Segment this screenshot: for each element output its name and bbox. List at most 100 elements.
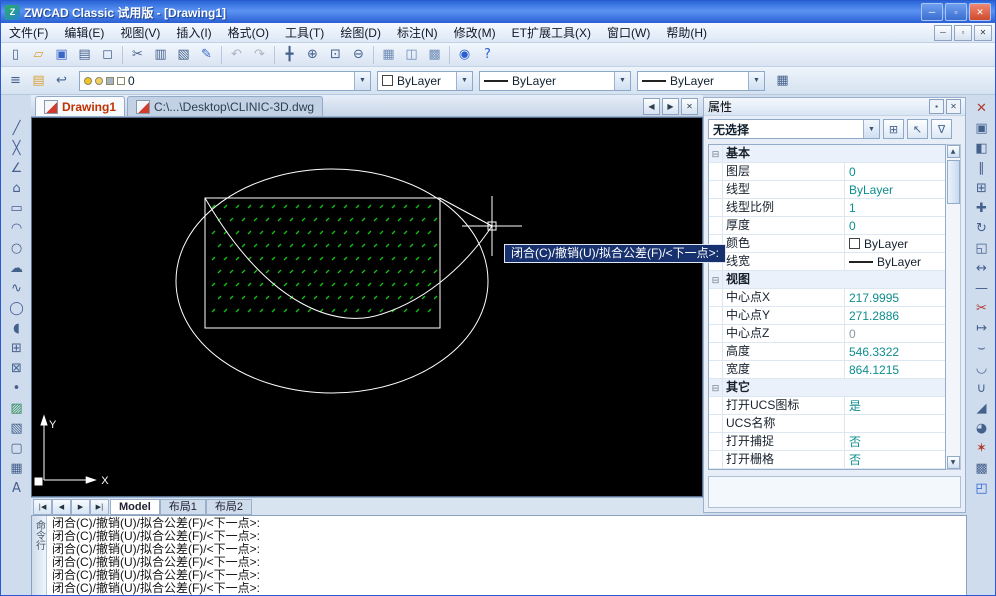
undo-button[interactable]: ↶ <box>225 44 248 65</box>
mdi-minimize-button[interactable]: ─ <box>934 25 952 41</box>
layer-combo[interactable]: 0 ▼ <box>79 71 371 91</box>
point-button[interactable]: • <box>5 379 29 398</box>
property-value[interactable] <box>845 415 945 432</box>
property-value[interactable]: 0 <box>845 163 945 180</box>
properties-scrollbar[interactable]: ▲ ▼ <box>946 144 961 470</box>
polyline-button[interactable]: ∠ <box>5 159 29 178</box>
prev-layout[interactable]: ◀ <box>52 499 71 515</box>
render-button[interactable]: ▩ <box>423 44 446 65</box>
doc-tab-2[interactable]: C:\...\Desktop\CLINIC-3D.dwg <box>127 96 323 116</box>
property-value[interactable]: 否 <box>845 451 945 468</box>
property-value[interactable]: 217.9995 <box>845 289 945 306</box>
help-button[interactable]: ? <box>476 44 499 65</box>
menu-item-12[interactable]: 帮助(H) <box>658 23 715 42</box>
scroll-up-icon[interactable]: ▲ <box>947 145 960 158</box>
property-value[interactable]: 否 <box>845 433 945 450</box>
make-block-button[interactable]: ⊠ <box>5 359 29 378</box>
zoom-window-button[interactable]: ⊡ <box>324 44 347 65</box>
circle-button[interactable]: ○ <box>5 239 29 258</box>
menu-item-2[interactable]: 编辑(E) <box>56 23 112 42</box>
copy-clip-button[interactable]: ▥ <box>149 44 172 65</box>
menu-item-11[interactable]: 窗口(W) <box>599 23 658 42</box>
collapse-icon[interactable]: ⊟ <box>709 379 723 396</box>
arc-button[interactable]: ◠ <box>5 219 29 238</box>
pan-button[interactable]: ╋ <box>278 44 301 65</box>
chevron-down-icon[interactable]: ▼ <box>614 72 630 90</box>
last-layout[interactable]: ▶| <box>90 499 109 515</box>
trim-button[interactable]: ✂ <box>970 299 994 318</box>
selection-combo[interactable]: 无选择 ▼ <box>708 119 880 139</box>
doc-tab-1[interactable]: Drawing1 <box>35 96 125 116</box>
property-section-1[interactable]: ⊟基本 <box>709 145 945 163</box>
offset-button[interactable]: ∥ <box>970 159 994 178</box>
revision-cloud-button[interactable]: ☁ <box>5 259 29 278</box>
chamfer-button[interactable]: ◢ <box>970 399 994 418</box>
region-button[interactable]: ▢ <box>5 439 29 458</box>
close-button[interactable]: ✕ <box>969 3 991 21</box>
menu-item-8[interactable]: 标注(N) <box>389 23 446 42</box>
menu-item-4[interactable]: 插入(I) <box>168 23 219 42</box>
property-value[interactable]: 864.1215 <box>845 361 945 378</box>
property-value[interactable]: 1 <box>845 199 945 216</box>
quick-select-button[interactable]: ⊞ <box>883 119 904 139</box>
zoom-realtime-button[interactable]: ⊕ <box>301 44 324 65</box>
new-button[interactable]: ▯ <box>4 44 27 65</box>
join-button[interactable]: ∪ <box>970 379 994 398</box>
toolbar-options-button[interactable]: ▦ <box>771 70 794 91</box>
table-button[interactable]: ▦ <box>5 459 29 478</box>
property-section-3[interactable]: ⊟其它 <box>709 379 945 397</box>
menu-item-1[interactable]: 文件(F) <box>1 23 56 42</box>
ellipse-button[interactable]: ◯ <box>5 299 29 318</box>
layout-tab-2[interactable]: 布局1 <box>160 499 206 515</box>
property-value[interactable]: ByLayer <box>845 253 945 270</box>
menu-item-3[interactable]: 视图(V) <box>112 23 168 42</box>
quick-filter-button[interactable]: ∇ <box>931 119 952 139</box>
menu-item-9[interactable]: 修改(M) <box>446 23 504 42</box>
layer-previous-button[interactable]: ↩ <box>50 70 73 91</box>
mirror-button[interactable]: ◧ <box>970 139 994 158</box>
plot-button[interactable]: ▤ <box>73 44 96 65</box>
chevron-down-icon[interactable]: ▼ <box>863 120 879 138</box>
polygon-button[interactable]: ⌂ <box>5 179 29 198</box>
close-icon[interactable]: ✕ <box>946 99 961 114</box>
layer-properties-button[interactable]: ≡ <box>4 70 27 91</box>
gradient-button[interactable]: ▧ <box>5 419 29 438</box>
array-button[interactable]: ⊞ <box>970 179 994 198</box>
rectangle-entity[interactable] <box>205 198 440 328</box>
property-value[interactable]: 0 <box>845 217 945 234</box>
erase-button[interactable]: ✕ <box>970 99 994 118</box>
print-preview-button[interactable]: ◻ <box>96 44 119 65</box>
collapse-icon[interactable]: ⊟ <box>709 271 723 288</box>
layer-states-button[interactable]: ▤ <box>27 70 50 91</box>
property-section-2[interactable]: ⊟视图 <box>709 271 945 289</box>
break-at-point-button[interactable]: ⌣ <box>970 339 994 358</box>
match-properties-button[interactable]: ✎ <box>195 44 218 65</box>
construction-line-button[interactable]: ╳ <box>5 139 29 158</box>
chevron-down-icon[interactable]: ▼ <box>354 72 370 90</box>
titlebar[interactable]: Z ZWCAD Classic 试用版 - [Drawing1] ─▫✕ <box>1 1 995 23</box>
color-combo[interactable]: ByLayer ▼ <box>377 71 473 91</box>
open-button[interactable]: ▱ <box>27 44 50 65</box>
stretch-button[interactable]: ↔ <box>970 259 994 278</box>
zoom-previous-button[interactable]: ⊖ <box>347 44 370 65</box>
drawing-canvas[interactable]: YX 闭合(C)/撤销(U)/拟合公差(F)/<下一点>: <box>31 117 703 497</box>
property-value[interactable]: ByLayer <box>845 181 945 198</box>
clean-screen-button[interactable]: ◰ <box>970 479 994 498</box>
move-button[interactable]: ✚ <box>970 199 994 218</box>
explode-button[interactable]: ✶ <box>970 439 994 458</box>
rectangle-button[interactable]: ▭ <box>5 199 29 218</box>
edit-hatch-button[interactable]: ▩ <box>970 459 994 478</box>
mdi-restore-button[interactable]: ▫ <box>954 25 972 41</box>
line-entity[interactable] <box>440 198 492 226</box>
chevron-down-icon[interactable]: ▼ <box>456 72 472 90</box>
minimize-button[interactable]: ─ <box>921 3 943 21</box>
rotate-button[interactable]: ↻ <box>970 219 994 238</box>
layout-tab-1[interactable]: Model <box>110 499 160 515</box>
extend-button[interactable]: ↦ <box>970 319 994 338</box>
menu-item-6[interactable]: 工具(T) <box>277 23 332 42</box>
cut-button[interactable]: ✂ <box>126 44 149 65</box>
tab-scroll-left[interactable]: ◀ <box>643 98 660 115</box>
spline-button[interactable]: ∿ <box>5 279 29 298</box>
property-value[interactable]: 271.2886 <box>845 307 945 324</box>
line-button[interactable]: ╱ <box>5 119 29 138</box>
